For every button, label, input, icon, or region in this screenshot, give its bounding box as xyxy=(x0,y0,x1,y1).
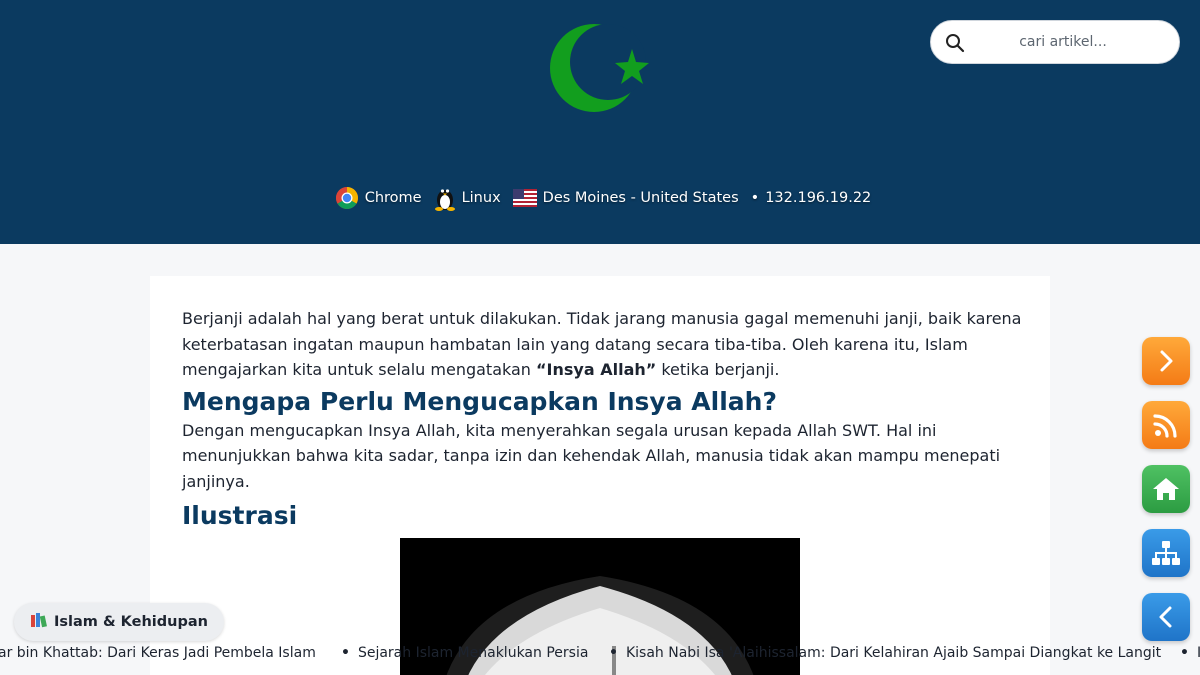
category-chip[interactable]: Islam & Kehidupan xyxy=(14,603,224,641)
article-card: Berjanji adalah hal yang berat untuk dil… xyxy=(150,276,1050,675)
sitemap-icon xyxy=(1152,541,1180,565)
browser-info: Chrome xyxy=(335,186,422,210)
article-content: Berjanji adalah hal yang berat untuk dil… xyxy=(182,306,1022,532)
ticker-bullet: • xyxy=(1180,645,1189,661)
ticker-item[interactable]: • Kisah Nabi Isa 'Alaihissalam: Dari Kela… xyxy=(609,645,1161,661)
os-label: Linux xyxy=(461,190,501,206)
visitor-info-bar: Chrome Linux Des Moines - United States … xyxy=(0,182,1200,214)
ticker-item[interactable]: ar bin Khattab: Dari Keras Jadi Pembela … xyxy=(0,645,316,661)
intro-paragraph: Berjanji adalah hal yang berat untuk dil… xyxy=(182,306,1022,383)
chrome-icon xyxy=(335,187,358,209)
browser-label: Chrome xyxy=(364,190,422,206)
us-flag-icon xyxy=(512,189,537,207)
ticker-item[interactable]: •Is xyxy=(1180,645,1200,661)
location-info: Des Moines - United States xyxy=(512,189,739,207)
search-box[interactable] xyxy=(930,20,1180,64)
ticker-item-text: Kisah Nabi Isa 'Alaihissalam: Dari Kelah… xyxy=(625,645,1162,661)
info-separator: • xyxy=(750,190,760,206)
category-label: Islam & Kehidupan xyxy=(54,614,208,630)
rss-icon xyxy=(1153,414,1177,438)
ticker-item-text: Sejarah Islam Menaklukan Persia xyxy=(357,645,589,661)
ticker-item[interactable]: • Sejarah Islam Menaklukan Persia xyxy=(341,645,588,661)
books-icon xyxy=(30,612,48,632)
location-label: Des Moines - United States xyxy=(542,190,739,206)
ip-address: 132.196.19.22 xyxy=(765,190,872,206)
sitemap-button[interactable] xyxy=(1142,529,1190,577)
crescent-star-icon[interactable] xyxy=(548,22,652,114)
search-input[interactable] xyxy=(975,21,1171,63)
linux-tux-icon xyxy=(434,189,455,211)
chevron-left-icon xyxy=(1159,606,1172,628)
search-icon[interactable] xyxy=(945,33,965,53)
home-button[interactable] xyxy=(1142,465,1190,513)
section-heading-illustration: Ilustrasi xyxy=(182,501,298,530)
chevron-right-icon xyxy=(1160,350,1173,372)
ticker-item-text: ar bin Khattab: Dari Keras Jadi Pembela … xyxy=(0,645,316,661)
home-icon xyxy=(1153,478,1179,500)
rss-feed-button[interactable] xyxy=(1142,401,1190,449)
intro-bold-phrase: “Insya Allah” xyxy=(536,360,657,379)
ticker-bullet: • xyxy=(341,645,350,661)
intro-text-2: ketika berjanji. xyxy=(656,360,780,379)
os-info: Linux xyxy=(434,185,501,211)
next-article-button[interactable] xyxy=(1142,337,1190,385)
why-paragraph: Dengan mengucapkan Insya Allah, kita men… xyxy=(182,420,1001,491)
section-heading-why: Mengapa Perlu Mengucapkan Insya Allah? xyxy=(182,386,777,416)
site-header: Chrome Linux D xyxy=(0,0,1200,244)
ticker-bullet: • xyxy=(609,645,618,661)
previous-article-button[interactable] xyxy=(1142,593,1190,641)
news-ticker: ar bin Khattab: Dari Keras Jadi Pembela … xyxy=(0,642,1200,666)
